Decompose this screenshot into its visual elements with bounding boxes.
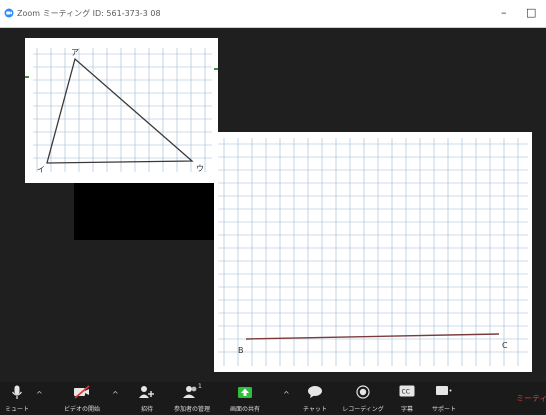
point-label-b: B [238,346,244,355]
chat-icon [308,386,322,398]
svg-text:CC: CC [402,389,410,396]
video-label: ビデオの開始 [63,406,101,413]
triangle-drawing: ア イ ウ [25,48,218,174]
meeting-stage: ア イ ウ B C [0,28,546,382]
chat-label: チャット [303,406,327,413]
edge-marks [25,68,218,78]
support-icon [436,386,452,395]
grid-lines [33,48,212,172]
mute-button[interactable]: ミュート [2,382,32,415]
mute-options-caret[interactable]: ^ [36,390,43,399]
share-screen-button[interactable]: 画面の共有 [224,382,266,415]
vertex-label-top: ア [71,48,79,57]
captions-button[interactable]: CC 字幕 [394,382,420,415]
start-video-button[interactable]: ビデオの開始 [54,382,110,415]
captions-label: 字幕 [400,406,414,413]
grid-lines [218,138,528,366]
captions-icon: CC [399,385,415,397]
invite-button[interactable]: 招待 [134,382,160,415]
window-title: Zoom ミーティング ID: 561-373-3 08 [17,9,161,18]
vertex-label-bottom-left: イ [37,165,45,174]
participants-count: 1 [198,383,202,390]
invite-icon [139,386,154,398]
participants-button[interactable]: 1 参加者の管理 [168,382,216,415]
support-button[interactable]: サポート [426,382,462,415]
end-meeting-button[interactable]: ミーティン [516,393,546,404]
zoom-app-icon [4,8,14,18]
record-label: レコーディング [342,406,384,413]
record-button[interactable]: レコーディング [336,382,390,415]
share-options-caret[interactable]: ^ [283,390,290,399]
line-drawing: B C [218,138,528,366]
microphone-icon [12,385,22,399]
maximize-button[interactable]: □ [526,6,536,19]
participants-label: 参加者の管理 [173,406,211,413]
share-label: 画面の共有 [229,406,261,413]
video-off-icon [74,385,90,399]
chat-button[interactable]: チャット [298,382,332,415]
share-screen-icon [238,387,252,398]
vertex-label-bottom-right: ウ [196,164,204,173]
shared-image-triangle[interactable]: ア イ ウ [25,38,218,183]
support-label: サポート [431,406,457,413]
point-label-c: C [502,341,508,350]
title-bar: Zoom ミーティング ID: 561-373-3 08 – □ [0,0,546,28]
shared-image-line[interactable]: B C [214,132,532,372]
video-tile [74,182,218,240]
record-icon [356,385,370,399]
minimize-button[interactable]: – [501,6,507,19]
mute-label: ミュート [4,406,30,413]
segment-bc [245,333,500,340]
video-options-caret[interactable]: ^ [112,390,119,399]
meeting-toolbar: ミュート ^ ビデオの開始 ^ 招待 1 参加者の管理 画面の共有 ^ チャット… [0,382,546,415]
invite-label: 招待 [140,406,154,413]
triangle-shape [46,57,194,164]
